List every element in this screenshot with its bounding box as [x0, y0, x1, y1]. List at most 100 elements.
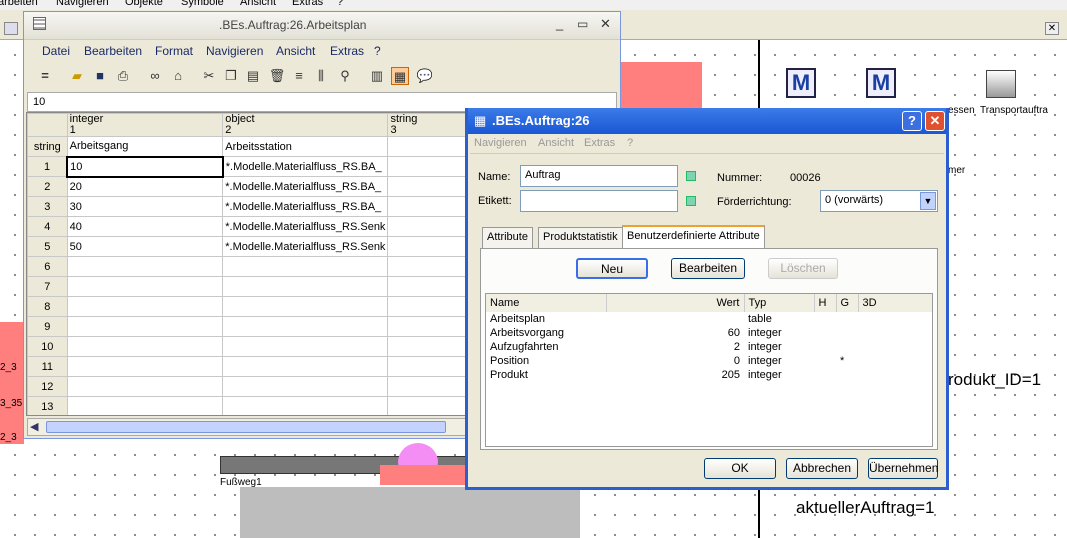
- table-cell[interactable]: [222, 336, 389, 357]
- list-item[interactable]: Aufzugfahrten 2 integer: [486, 340, 932, 354]
- menu-help[interactable]: ?: [627, 137, 633, 149]
- open-icon[interactable]: ▰: [68, 67, 86, 85]
- save-icon[interactable]: ■: [91, 67, 109, 85]
- row-type-header[interactable]: string: [27, 136, 68, 157]
- scroll-left-icon[interactable]: ◀: [30, 420, 38, 433]
- corner-cell[interactable]: [27, 113, 68, 137]
- delete-icon[interactable]: 🗑: [268, 67, 286, 85]
- table-cell[interactable]: [222, 296, 389, 317]
- tab-attribute[interactable]: Attribute: [482, 227, 533, 248]
- method-icon[interactable]: M: [786, 68, 816, 98]
- column-header[interactable]: G: [836, 294, 859, 312]
- attribute-list[interactable]: Name Wert Typ H G 3D Arbeitsplan table Arb…: [485, 293, 933, 447]
- column-type-header[interactable]: object 2: [222, 113, 389, 137]
- insert-rows-icon[interactable]: ≡: [290, 67, 308, 85]
- table-cell[interactable]: [66, 276, 224, 297]
- menu-navigieren[interactable]: Navigieren: [206, 44, 263, 58]
- print-icon[interactable]: ⎙: [114, 67, 132, 85]
- minimize-button[interactable]: _: [556, 16, 563, 31]
- home-icon[interactable]: ⌂: [169, 67, 187, 85]
- row-number[interactable]: 12: [27, 376, 68, 397]
- row-number[interactable]: 2: [27, 176, 68, 197]
- help-button[interactable]: ?: [902, 111, 922, 131]
- table-cell[interactable]: [66, 396, 224, 415]
- window-titlebar[interactable]: .BEs.Auftrag:26.Arbeitsplan _ ▭ ✕: [24, 12, 620, 40]
- delete-button[interactable]: Löschen: [768, 258, 838, 279]
- comment-icon[interactable]: 💬: [416, 67, 434, 85]
- direction-select[interactable]: 0 (vorwärts) ▼: [820, 190, 938, 212]
- column-type-header[interactable]: integer 1: [66, 113, 224, 137]
- menu-ansicht[interactable]: Ansicht: [276, 44, 315, 58]
- table-cell[interactable]: *.Modelle.Materialfluss_RS.Senk: [222, 236, 389, 257]
- list-item[interactable]: Arbeitsplan table: [486, 312, 932, 326]
- label-field[interactable]: [520, 190, 678, 212]
- binoculars-icon[interactable]: ∞: [146, 67, 164, 85]
- close-button[interactable]: ✕: [925, 111, 945, 131]
- table-cell[interactable]: [66, 336, 224, 357]
- cancel-button[interactable]: Abbrechen: [786, 458, 858, 479]
- bg-menu-item[interactable]: Ansicht: [240, 0, 276, 8]
- maximize-button[interactable]: ▭: [577, 17, 588, 31]
- row-number[interactable]: 10: [27, 336, 68, 357]
- table-cell[interactable]: [66, 256, 224, 277]
- name-field[interactable]: Auftrag: [520, 165, 678, 187]
- transport-icon[interactable]: [986, 70, 1016, 98]
- table-cell[interactable]: 10: [66, 155, 224, 178]
- back-icon[interactable]: [4, 22, 18, 35]
- row-number[interactable]: 11: [27, 356, 68, 377]
- copy-icon[interactable]: ❐: [222, 67, 240, 85]
- table-cell[interactable]: [66, 316, 224, 337]
- menu-ansicht[interactable]: Ansicht: [538, 137, 574, 149]
- tab-produktstatistik[interactable]: Produktstatistik: [538, 227, 623, 248]
- table-cell[interactable]: [222, 316, 389, 337]
- table-cell[interactable]: [66, 296, 224, 317]
- menu-help[interactable]: ?: [374, 44, 381, 58]
- ok-button[interactable]: OK: [704, 458, 776, 479]
- column-header[interactable]: 3D: [858, 294, 932, 312]
- column-name-cell[interactable]: Arbeitsgang: [66, 136, 224, 157]
- table-cell[interactable]: *.Modelle.Materialfluss_RS.BA_: [222, 156, 389, 177]
- table-cell[interactable]: [222, 356, 389, 377]
- table-cell[interactable]: *.Modelle.Materialfluss_RS.Senk: [222, 216, 389, 237]
- menu-extras[interactable]: Extras: [584, 137, 615, 149]
- dialog-titlebar[interactable]: ▦ .BEs.Auftrag:26 ? ✕: [468, 108, 946, 134]
- table-cell[interactable]: *.Modelle.Materialfluss_RS.BA_: [222, 176, 389, 197]
- menu-datei[interactable]: Datei: [42, 44, 70, 58]
- list-item[interactable]: Position 0 integer *: [486, 354, 932, 368]
- list-item[interactable]: Produkt 205 integer: [486, 368, 932, 382]
- table-view-icon[interactable]: ▦: [391, 67, 409, 85]
- label-inherit-toggle[interactable]: [686, 196, 696, 206]
- method-icon[interactable]: M: [866, 68, 896, 98]
- row-number[interactable]: 7: [27, 276, 68, 297]
- column-name-cell[interactable]: Arbeitsstation: [222, 136, 389, 157]
- close-icon[interactable]: ✕: [1045, 22, 1059, 35]
- bg-menu-item[interactable]: arbeiten: [0, 0, 38, 8]
- table-cell[interactable]: 40: [66, 216, 224, 237]
- row-number[interactable]: 6: [27, 256, 68, 277]
- row-number[interactable]: 3: [27, 196, 68, 217]
- chevron-down-icon[interactable]: ▼: [920, 192, 936, 210]
- row-number[interactable]: 5: [27, 236, 68, 257]
- table-cell[interactable]: [66, 376, 224, 397]
- column-header[interactable]: Wert: [606, 294, 745, 312]
- row-number[interactable]: 13: [27, 396, 68, 415]
- edit-button[interactable]: Bearbeiten: [671, 258, 745, 279]
- table-cell[interactable]: [222, 276, 389, 297]
- column-header[interactable]: H: [814, 294, 837, 312]
- menu-format[interactable]: Format: [155, 44, 193, 58]
- equals-icon[interactable]: =: [36, 67, 54, 85]
- scroll-thumb[interactable]: [46, 421, 446, 433]
- menu-navigieren[interactable]: Navigieren: [474, 137, 527, 149]
- row-number[interactable]: 8: [27, 296, 68, 317]
- menu-bearbeiten[interactable]: Bearbeiten: [84, 44, 142, 58]
- table-cell[interactable]: [222, 396, 389, 415]
- bg-menu-item[interactable]: Objekte: [125, 0, 163, 8]
- list-view-icon[interactable]: ▥: [368, 67, 386, 85]
- row-number[interactable]: 1: [27, 156, 68, 177]
- table-cell[interactable]: [222, 376, 389, 397]
- table-cell[interactable]: [222, 256, 389, 277]
- table-cell[interactable]: [66, 356, 224, 377]
- tab-benutzerdefinierte-attribute[interactable]: Benutzerdefinierte Attribute: [622, 225, 765, 248]
- bg-menu-item[interactable]: Navigieren: [56, 0, 109, 8]
- close-button[interactable]: ✕: [600, 16, 611, 32]
